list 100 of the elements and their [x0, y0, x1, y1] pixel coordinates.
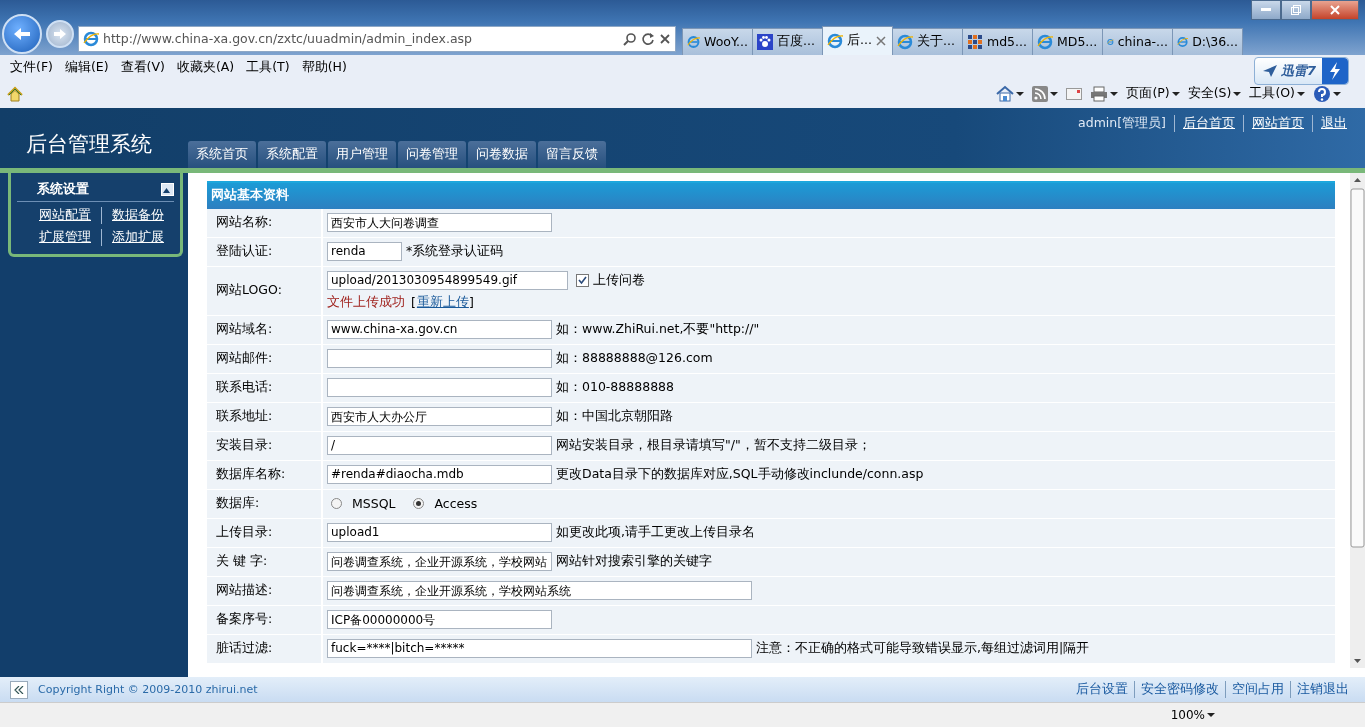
help-button[interactable] [1313, 84, 1341, 103]
text-field[interactable]: #renda#diaocha.mdb [327, 465, 552, 485]
sidebar-link[interactable]: 添加扩展 [101, 228, 174, 246]
nav-tab[interactable]: 用户管理 [328, 140, 396, 168]
addon-button[interactable]: 迅雷7 [1253, 57, 1349, 85]
nav-tab[interactable]: 系统首页 [188, 140, 256, 168]
radio-button[interactable] [413, 498, 425, 510]
field-hint: *系统登录认证码 [406, 243, 504, 261]
forward-button[interactable] [46, 19, 74, 48]
browser-tab[interactable]: 关于... [892, 27, 963, 55]
checkbox-label: 上传问卷 [593, 271, 645, 289]
browser-tab[interactable]: 后... [822, 25, 893, 55]
zoom-control[interactable]: 100% [1170, 708, 1215, 723]
text-field[interactable] [327, 378, 552, 398]
field-hint: 如更改此项,请手工更改上传目录名 [556, 524, 755, 542]
checkmark-icon [578, 275, 587, 285]
close-button[interactable] [1311, 0, 1359, 20]
header-link[interactable]: 退出 [1312, 114, 1355, 132]
radio-label: Access [434, 496, 478, 512]
field-label: 联系电话: [207, 373, 321, 402]
text-field[interactable] [327, 349, 552, 369]
grid-icon [967, 33, 983, 50]
nav-tab[interactable]: 系统配置 [258, 140, 326, 168]
field-label: 上传目录: [207, 518, 321, 547]
text-field[interactable]: ICP备00000000号 [327, 610, 552, 630]
text-field[interactable]: 西安市人大办公厅 [327, 407, 552, 427]
ie-icon [827, 32, 843, 49]
address-bar[interactable]: http://www.china-xa.gov.cn/zxtc/uuadmin/admin_index.asp [78, 25, 676, 52]
browser-tab[interactable]: MD5... [1032, 27, 1103, 55]
menu-item[interactable]: 工具(T) [240, 58, 296, 76]
print-button[interactable] [1090, 85, 1119, 102]
browser-tab[interactable]: WooY... [682, 27, 753, 55]
footer-link[interactable]: 安全密码修改 [1134, 681, 1225, 699]
home-button[interactable] [996, 84, 1025, 103]
double-chevron-icon [14, 685, 24, 694]
text-field[interactable]: renda [327, 242, 402, 262]
restore-button[interactable] [1281, 0, 1311, 20]
panel-title: 网站基本资料 [207, 180, 1335, 209]
field-label: 关 键 字: [207, 547, 321, 576]
browser-tab[interactable]: D:\36... [1172, 27, 1243, 55]
sidebar-link[interactable]: 网站配置 [39, 206, 101, 224]
menu-item[interactable]: 文件(F) [4, 58, 59, 76]
command-menu[interactable]: 安全(S) [1187, 85, 1242, 103]
nav-tab[interactable]: 问卷管理 [398, 140, 466, 168]
restore-icon [1291, 5, 1301, 15]
mail-icon[interactable] [1066, 87, 1083, 100]
field-label: 数据库: [207, 489, 321, 518]
text-field[interactable]: upload/2013030954899549.gif [327, 270, 568, 290]
collapse-sidebar-button[interactable] [10, 680, 28, 699]
text-field[interactable]: 问卷调查系统，企业开源系统，学校网站 [327, 552, 552, 572]
header-link[interactable]: 后台首页 [1174, 114, 1243, 132]
sidebar-link[interactable]: 扩展管理 [39, 228, 101, 246]
minimize-button[interactable] [1251, 0, 1281, 20]
browser-tab[interactable]: china-... [1102, 27, 1173, 55]
nav-tab[interactable]: 留言反馈 [538, 140, 606, 168]
feed-icon [1032, 85, 1049, 102]
command-menu[interactable]: 工具(O) [1249, 85, 1305, 103]
field-hint: 注意：不正确的格式可能导致错误显示,每组过滤词用|隔开 [756, 640, 1090, 658]
command-menu[interactable]: 页面(P) [1126, 85, 1180, 103]
field-label: 备案序号: [207, 605, 321, 634]
radio-button[interactable] [331, 498, 342, 510]
refresh-icon[interactable] [641, 31, 655, 46]
text-field[interactable]: www.china-xa.gov.cn [327, 320, 552, 340]
ie-icon [897, 33, 913, 50]
footer-link[interactable]: 注销退出 [1290, 681, 1355, 699]
reupload-link[interactable]: 重新上传 [416, 293, 469, 311]
menu-item[interactable]: 查看(V) [114, 58, 171, 76]
text-field[interactable]: 问卷调查系统，企业开源系统，学校网站系统 [327, 581, 752, 601]
close-icon[interactable] [875, 35, 886, 46]
menu-item[interactable]: 编辑(E) [58, 58, 115, 76]
checkbox[interactable] [576, 273, 589, 287]
nav-tab[interactable]: 问卷数据 [468, 140, 536, 168]
close-icon[interactable] [659, 32, 671, 45]
sidebar-link[interactable]: 数据备份 [101, 206, 174, 224]
field-label: 登陆认证: [207, 237, 321, 266]
sidebar-title: 系统设置 [37, 180, 90, 198]
footer-link[interactable]: 后台设置 [1070, 681, 1134, 699]
text-field[interactable]: upload1 [327, 523, 552, 543]
ie-icon [1037, 33, 1053, 50]
search-icon[interactable] [623, 31, 637, 46]
field-label: 网站邮件: [207, 344, 321, 373]
feeds-button[interactable] [1032, 85, 1059, 102]
text-field[interactable]: 西安市人大问卷调查 [327, 213, 552, 233]
field-label: 网站名称: [207, 208, 321, 237]
browser-tab[interactable]: md5... [962, 27, 1033, 55]
footer-link[interactable]: 空间占用 [1225, 681, 1290, 699]
menu-item[interactable]: 帮助(H) [295, 58, 353, 76]
field-label: 联系地址: [207, 402, 321, 431]
back-button[interactable] [2, 13, 42, 54]
text-field[interactable]: fuck=****|bitch=***** [327, 639, 752, 659]
browser-tab[interactable]: 百度... [752, 27, 823, 55]
site-title: 后台管理系统 [25, 130, 153, 158]
field-label: 网站描述: [207, 576, 321, 605]
printer-icon [1090, 85, 1109, 102]
user-label: admin[管理员] [1078, 114, 1167, 132]
ie-icon [687, 33, 701, 50]
text-field[interactable]: / [327, 436, 552, 456]
field-label: 数据库名称: [207, 460, 321, 489]
menu-item[interactable]: 收藏夹(A) [170, 58, 241, 76]
header-link[interactable]: 网站首页 [1243, 114, 1312, 132]
